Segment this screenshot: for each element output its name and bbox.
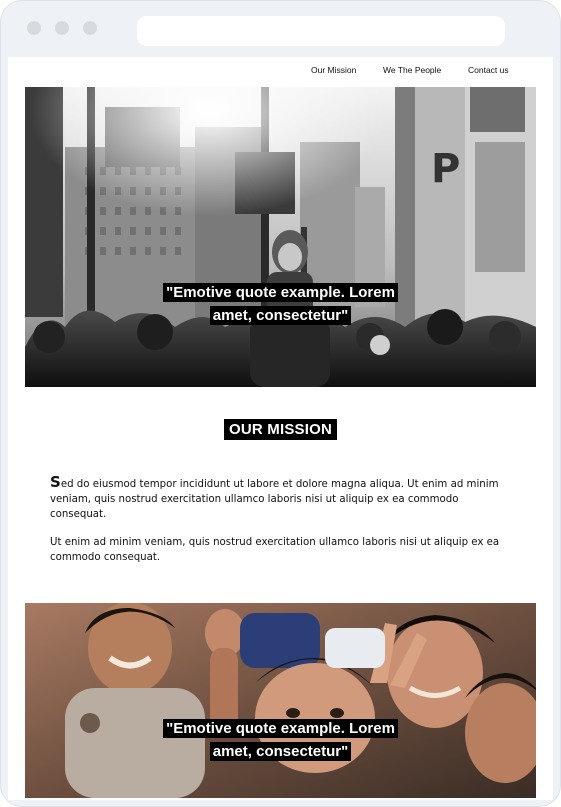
window-dot-icon[interactable] (27, 21, 41, 35)
window-dot-icon[interactable] (55, 21, 69, 35)
browser-frame: Our Mission We The People Contact us "Em… (0, 0, 561, 807)
window-dot-icon[interactable] (83, 21, 97, 35)
drop-cap: S (50, 473, 61, 491)
hero-quote: "Emotive quote example. Lorem amet, cons… (25, 281, 536, 327)
mission-paragraph-1-text: ed do eiusmod tempor incididunt ut labor… (50, 479, 499, 520)
mission-heading: OUR MISSION (8, 419, 553, 440)
nav-item-we-the-people[interactable]: We The People (383, 65, 441, 75)
mission-paragraph-1: Sed do eiusmod tempor incididunt ut labo… (50, 475, 512, 522)
city-crowd-photo: P (25, 87, 536, 387)
top-nav: Our Mission We The People Contact us (8, 65, 553, 81)
hero2-quote-line2: amet, consectetur" (209, 742, 352, 761)
mission-paragraph-2: Ut enim ad minim veniam, quis nostrud ex… (50, 537, 500, 563)
hero-quote-line1: "Emotive quote example. Lorem (163, 283, 398, 302)
nav-item-our-mission[interactable]: Our Mission (311, 65, 356, 75)
hero2-quote: "Emotive quote example. Lorem amet, cons… (25, 717, 536, 763)
hero-image-city-crowd: P (25, 87, 536, 387)
web-page: Our Mission We The People Contact us "Em… (8, 57, 553, 800)
hero-quote-line2: amet, consectetur" (209, 306, 352, 325)
address-bar[interactable] (137, 16, 505, 46)
browser-toolbar (1, 1, 560, 57)
mission-title: OUR MISSION (223, 419, 338, 440)
hero-image-children: "Emotive quote example. Lorem amet, cons… (25, 603, 536, 798)
children-photo (25, 603, 536, 798)
nav-item-contact-us[interactable]: Contact us (468, 65, 509, 75)
hero2-quote-line1: "Emotive quote example. Lorem (163, 719, 398, 738)
